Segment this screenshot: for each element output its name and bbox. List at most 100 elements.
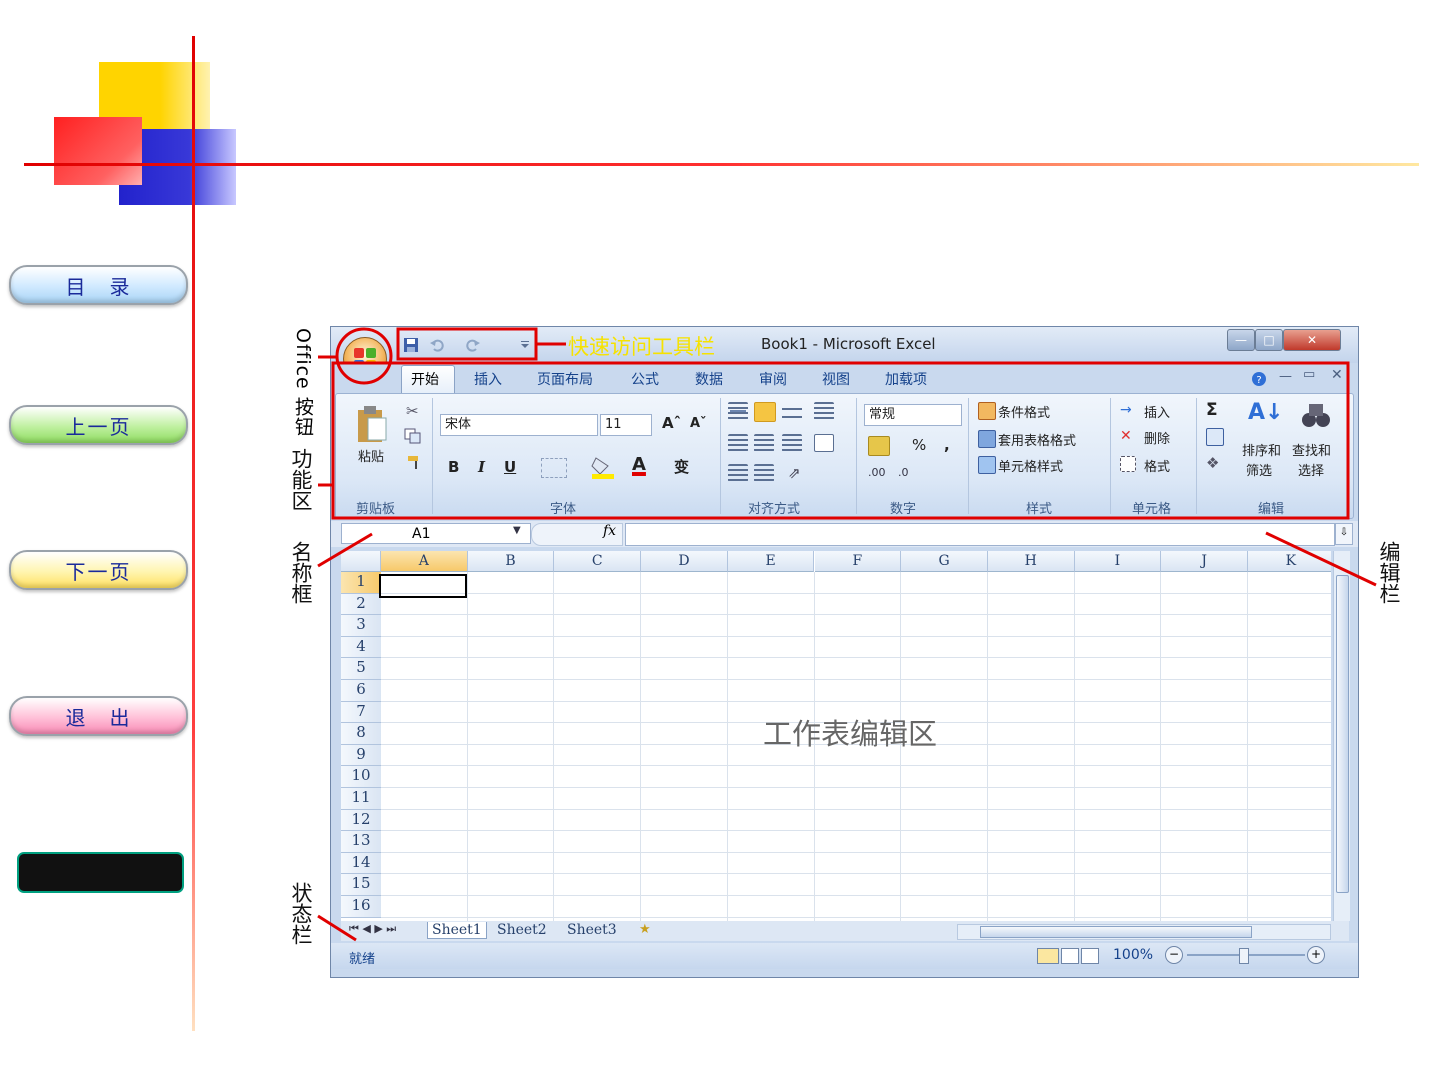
- format-painter-icon[interactable]: [406, 454, 422, 470]
- borders-icon[interactable]: [541, 458, 567, 478]
- page-layout-view-icon[interactable]: [1061, 948, 1079, 964]
- zoom-out-icon[interactable]: −: [1165, 946, 1183, 964]
- help-icon[interactable]: ?: [1251, 371, 1267, 387]
- row-header-3[interactable]: 3: [341, 615, 381, 637]
- horizontal-scrollbar[interactable]: [957, 924, 1331, 940]
- align-top-icon[interactable]: [728, 402, 748, 420]
- column-header-i[interactable]: I: [1074, 551, 1162, 572]
- column-header-e[interactable]: E: [727, 551, 815, 572]
- ribbon-minimize-icon[interactable]: —: [1279, 369, 1292, 384]
- percent-button[interactable]: %: [912, 436, 926, 454]
- page-break-view-icon[interactable]: [1081, 948, 1099, 964]
- paste-icon[interactable]: [356, 404, 388, 444]
- horizontal-scroll-thumb[interactable]: [980, 926, 1252, 938]
- format-cells-button[interactable]: 格式: [1144, 456, 1170, 475]
- toc-button[interactable]: 目 录: [9, 265, 188, 305]
- tab-addins[interactable]: 加载项: [885, 369, 927, 389]
- tab-insert[interactable]: 插入: [474, 369, 502, 389]
- wrap-text-icon[interactable]: [814, 402, 834, 420]
- zoom-level[interactable]: 100%: [1113, 947, 1153, 963]
- normal-view-icon[interactable]: [1037, 948, 1059, 964]
- italic-button[interactable]: I: [478, 458, 485, 476]
- sort-filter-label-2[interactable]: 筛选: [1246, 460, 1272, 479]
- decrease-decimal-icon[interactable]: .0: [898, 466, 909, 479]
- delete-cells-button[interactable]: 删除: [1144, 428, 1170, 447]
- blank-black-button[interactable]: [17, 852, 184, 893]
- save-icon[interactable]: [403, 337, 419, 353]
- row-header-4[interactable]: 4: [341, 636, 381, 659]
- row-header-10[interactable]: 10: [341, 766, 381, 788]
- exit-button[interactable]: 退 出: [9, 696, 188, 736]
- next-page-button[interactable]: 下一页: [9, 550, 188, 590]
- insert-function-button[interactable]: fx: [603, 523, 616, 539]
- column-header-a[interactable]: A: [381, 551, 468, 572]
- minimize-button[interactable]: —: [1227, 329, 1255, 351]
- row-header-1[interactable]: 1: [341, 572, 381, 594]
- column-header-f[interactable]: F: [814, 551, 902, 572]
- column-header-h[interactable]: H: [987, 551, 1075, 572]
- name-box-dropdown-icon[interactable]: ▼: [513, 525, 521, 536]
- align-middle-icon[interactable]: [754, 402, 776, 422]
- close-button[interactable]: ✕: [1283, 329, 1341, 351]
- fill-color-icon[interactable]: [590, 454, 616, 480]
- insert-sheet-icon[interactable]: ★: [639, 922, 651, 937]
- row-header-5[interactable]: 5: [341, 658, 381, 680]
- autosum-button[interactable]: Σ: [1206, 400, 1218, 420]
- row-header-11[interactable]: 11: [341, 788, 381, 810]
- row-header-9[interactable]: 9: [341, 744, 381, 767]
- insert-cells-button[interactable]: 插入: [1144, 402, 1170, 421]
- row-header-6[interactable]: 6: [341, 680, 381, 702]
- fill-icon[interactable]: [1206, 428, 1224, 446]
- row-header-13[interactable]: 13: [341, 831, 381, 853]
- undo-icon[interactable]: [429, 337, 445, 353]
- currency-icon[interactable]: [868, 436, 890, 456]
- customize-qat-icon[interactable]: [517, 337, 533, 353]
- sheet-tab-1[interactable]: Sheet1: [427, 922, 487, 939]
- shrink-font-button[interactable]: Aˇ: [690, 416, 707, 431]
- cell-styles-button[interactable]: 单元格样式: [998, 456, 1063, 475]
- tab-view[interactable]: 视图: [822, 369, 850, 389]
- column-header-k[interactable]: K: [1248, 551, 1331, 572]
- sort-filter-label[interactable]: 排序和: [1242, 440, 1281, 459]
- column-header-c[interactable]: C: [554, 551, 642, 572]
- font-size-combo[interactable]: 11: [600, 414, 652, 436]
- sheet-nav-icon[interactable]: ⏮ ◀ ▶ ⏭: [349, 922, 396, 936]
- zoom-in-icon[interactable]: +: [1307, 946, 1325, 964]
- tab-home[interactable]: 开始: [411, 369, 439, 389]
- column-header-g[interactable]: G: [901, 551, 988, 572]
- vertical-scrollbar[interactable]: [1333, 551, 1350, 921]
- zoom-slider-thumb[interactable]: [1239, 948, 1249, 964]
- align-left-icon[interactable]: [728, 434, 748, 452]
- cut-icon[interactable]: ✂: [406, 402, 419, 420]
- row-header-8[interactable]: 8: [341, 723, 381, 745]
- orientation-icon[interactable]: ⇗: [788, 464, 801, 482]
- ribbon-close-icon[interactable]: ✕: [1331, 367, 1343, 383]
- sheet-tab-3[interactable]: Sheet3: [567, 922, 617, 938]
- row-header-14[interactable]: 14: [341, 852, 381, 875]
- clear-icon[interactable]: ❖: [1206, 454, 1219, 472]
- grow-font-button[interactable]: Aˆ: [662, 414, 681, 432]
- conditional-format-button[interactable]: 条件格式: [998, 402, 1050, 421]
- tab-review[interactable]: 审阅: [759, 369, 787, 389]
- find-select-label-2[interactable]: 选择: [1298, 460, 1324, 479]
- column-header-j[interactable]: J: [1161, 551, 1248, 572]
- increase-indent-icon[interactable]: [754, 464, 774, 482]
- expand-formula-bar-icon[interactable]: ⇩: [1335, 523, 1353, 545]
- align-right-icon[interactable]: [782, 434, 802, 452]
- maximize-button[interactable]: □: [1255, 329, 1283, 351]
- column-header-b[interactable]: B: [467, 551, 555, 572]
- row-header-2[interactable]: 2: [341, 593, 381, 616]
- tab-page-layout[interactable]: 页面布局: [537, 369, 593, 389]
- format-as-table-button[interactable]: 套用表格格式: [998, 430, 1076, 449]
- row-header-12[interactable]: 12: [341, 809, 381, 832]
- prev-page-button[interactable]: 上一页: [9, 405, 188, 445]
- formula-input[interactable]: [625, 523, 1335, 546]
- redo-icon[interactable]: [465, 337, 481, 353]
- align-bottom-icon[interactable]: [782, 402, 802, 420]
- font-color-button[interactable]: A: [632, 454, 646, 475]
- merge-center-icon[interactable]: [814, 434, 834, 452]
- align-center-icon[interactable]: [754, 434, 774, 452]
- row-header-7[interactable]: 7: [341, 701, 381, 724]
- bold-button[interactable]: B: [448, 458, 459, 476]
- name-box[interactable]: A1: [341, 523, 531, 544]
